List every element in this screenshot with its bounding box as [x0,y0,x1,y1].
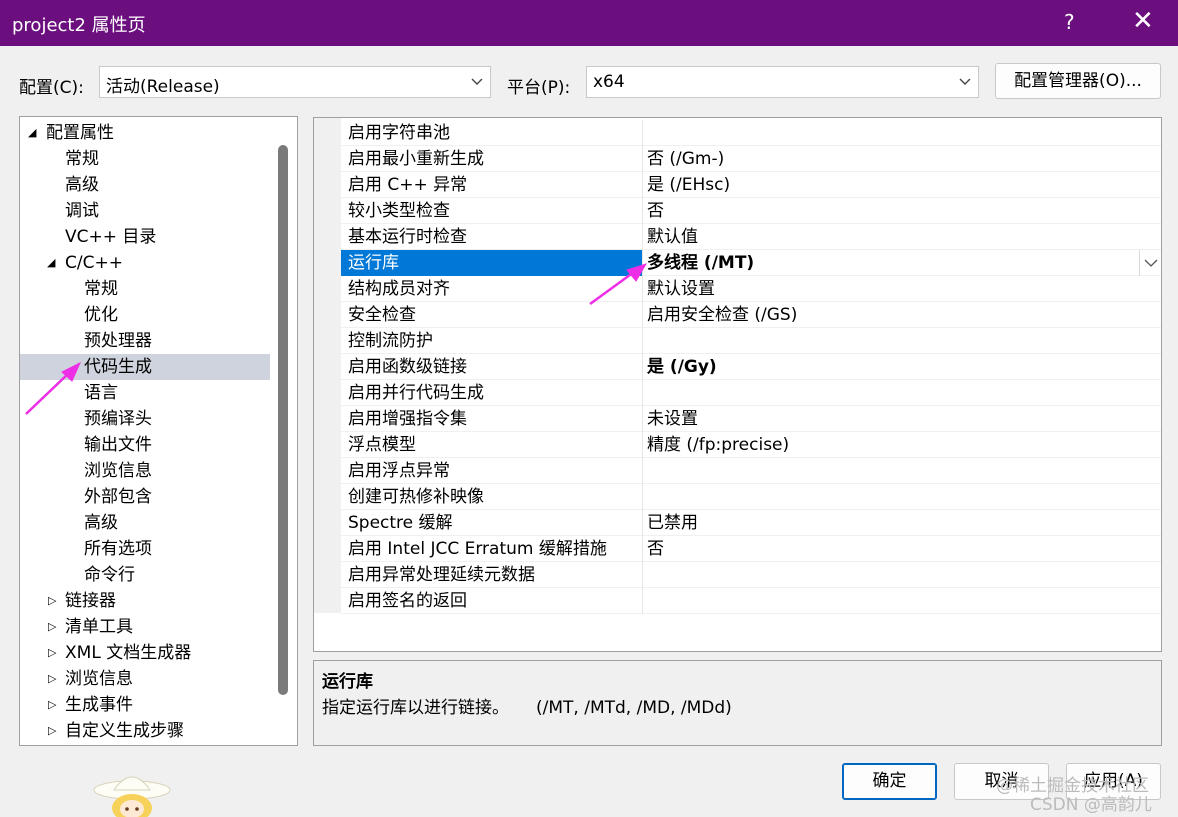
tree-item[interactable]: 常规 [20,276,270,302]
tree-item[interactable]: 命令行 [20,562,270,588]
help-button[interactable]: ? [1064,10,1075,34]
title-bar: project2 属性页 ? ✕ [0,0,1178,46]
description-title: 运行库 [322,672,373,692]
tree-item-config-properties[interactable]: ◢ 配置属性 [20,120,270,146]
collapsed-arrow-icon[interactable]: ▷ [48,666,56,692]
collapsed-arrow-icon[interactable]: ▷ [48,692,56,718]
tree-item[interactable]: 优化 [20,302,270,328]
expanded-arrow-icon[interactable]: ◢ [28,120,36,146]
platform-value: x64 [593,72,625,92]
tree-item[interactable]: ▷ 浏览信息 [20,666,270,692]
property-row[interactable]: 启用字符串池 [341,120,1161,146]
property-row[interactable]: 安全检查 启用安全检查 (/GS) [341,302,1161,328]
property-row[interactable]: 较小类型检查否 [341,198,1161,224]
collapsed-arrow-icon[interactable]: ▷ [48,588,56,614]
ok-button[interactable]: 确定 [842,763,937,800]
property-row[interactable]: 启用最小重新生成否 (/Gm-) [341,146,1161,172]
config-label: 配置(C): [19,78,84,98]
property-row-runtime-library[interactable]: 运行库 多线程 (/MT) [341,250,1161,276]
property-row[interactable]: 创建可热修补映像 [341,484,1161,510]
property-row[interactable]: 启用函数级链接是 (/Gy) [341,354,1161,380]
tree-item[interactable]: ▷ XML 文档生成器 [20,640,270,666]
property-row[interactable]: 控制流防护 [341,328,1161,354]
tree-scrollbar[interactable] [278,145,288,695]
tree-item[interactable]: 外部包含 [20,484,270,510]
property-row[interactable]: Spectre 缓解 已禁用 [341,510,1161,536]
tree-item[interactable]: 高级 [20,172,270,198]
close-button[interactable]: ✕ [1132,6,1154,36]
property-tree[interactable]: ◢ 配置属性 常规 高级 调试 VC++ 目录 ◢ C/C++ 常规 优化 预处… [19,116,298,746]
property-row[interactable]: 启用浮点异常 [341,458,1161,484]
chevron-down-icon [471,78,483,85]
property-row[interactable]: 结构成员对齐 默认设置 [341,276,1161,302]
window-title: project2 属性页 [12,15,146,36]
description-text: 指定运行库以进行链接。 (/MT, /MTd, /MD, /MDd) [322,698,732,718]
tree-item[interactable]: 调试 [20,198,270,224]
dropdown-button[interactable] [1139,250,1161,276]
runtime-library-value[interactable]: 多线程 (/MT) [647,250,754,276]
tree-item[interactable]: 浏览信息 [20,458,270,484]
tree-item[interactable]: 预编译头 [20,406,270,432]
collapsed-arrow-icon[interactable]: ▷ [48,718,56,744]
collapsed-arrow-icon[interactable]: ▷ [48,640,56,666]
property-row[interactable]: 启用异常处理延续元数据 [341,562,1161,588]
collapsed-arrow-icon[interactable]: ▷ [48,614,56,640]
property-grid[interactable]: 启用字符串池 启用最小重新生成否 (/Gm-) 启用 C++ 异常是 (/EHs… [313,117,1162,652]
chevron-down-icon [959,78,971,85]
chevron-down-icon [1144,259,1158,267]
platform-select[interactable]: x64 [586,66,979,98]
expanded-arrow-icon[interactable]: ◢ [47,250,55,276]
property-row[interactable]: 启用签名的返回 [341,588,1161,614]
tree-item[interactable]: 所有选项 [20,536,270,562]
property-row[interactable]: 启用并行代码生成 [341,380,1161,406]
tree-item[interactable]: ▷ 自定义生成步骤 [20,718,270,744]
tree-item[interactable]: 高级 [20,510,270,536]
mascot-sticker-icon [93,776,171,817]
tree-item[interactable]: 语言 [20,380,270,406]
tree-item[interactable]: VC++ 目录 [20,224,270,250]
description-panel: 运行库 指定运行库以进行链接。 (/MT, /MTd, /MD, /MDd) [313,660,1162,746]
tree-item[interactable]: 常规 [20,146,270,172]
property-row[interactable]: 启用增强指令集 未设置 [341,406,1161,432]
property-row[interactable]: 基本运行时检查 默认值 [341,224,1161,250]
property-row[interactable]: 启用 C++ 异常是 (/EHsc) [341,172,1161,198]
config-value: 活动(Release) [106,77,220,97]
property-row[interactable]: 浮点模型 精度 (/fp:precise) [341,432,1161,458]
watermark-csdn: CSDN @高韵儿 [1030,795,1152,815]
config-select[interactable]: 活动(Release) [99,66,491,98]
tree-item[interactable]: 预处理器 [20,328,270,354]
config-manager-button[interactable]: 配置管理器(O)... [995,63,1161,99]
tree-item-linker[interactable]: ▷ 链接器 [20,588,270,614]
grid-gutter [314,118,341,613]
tree-item[interactable]: 输出文件 [20,432,270,458]
tree-item-code-generation[interactable]: 代码生成 [20,354,270,380]
platform-label: 平台(P): [507,78,571,98]
tree-item[interactable]: ▷ 生成事件 [20,692,270,718]
property-row[interactable]: 启用 Intel JCC Erratum 缓解措施否 [341,536,1161,562]
tree-item[interactable]: ▷ 清单工具 [20,614,270,640]
tree-item-cpp[interactable]: ◢ C/C++ [20,250,270,276]
